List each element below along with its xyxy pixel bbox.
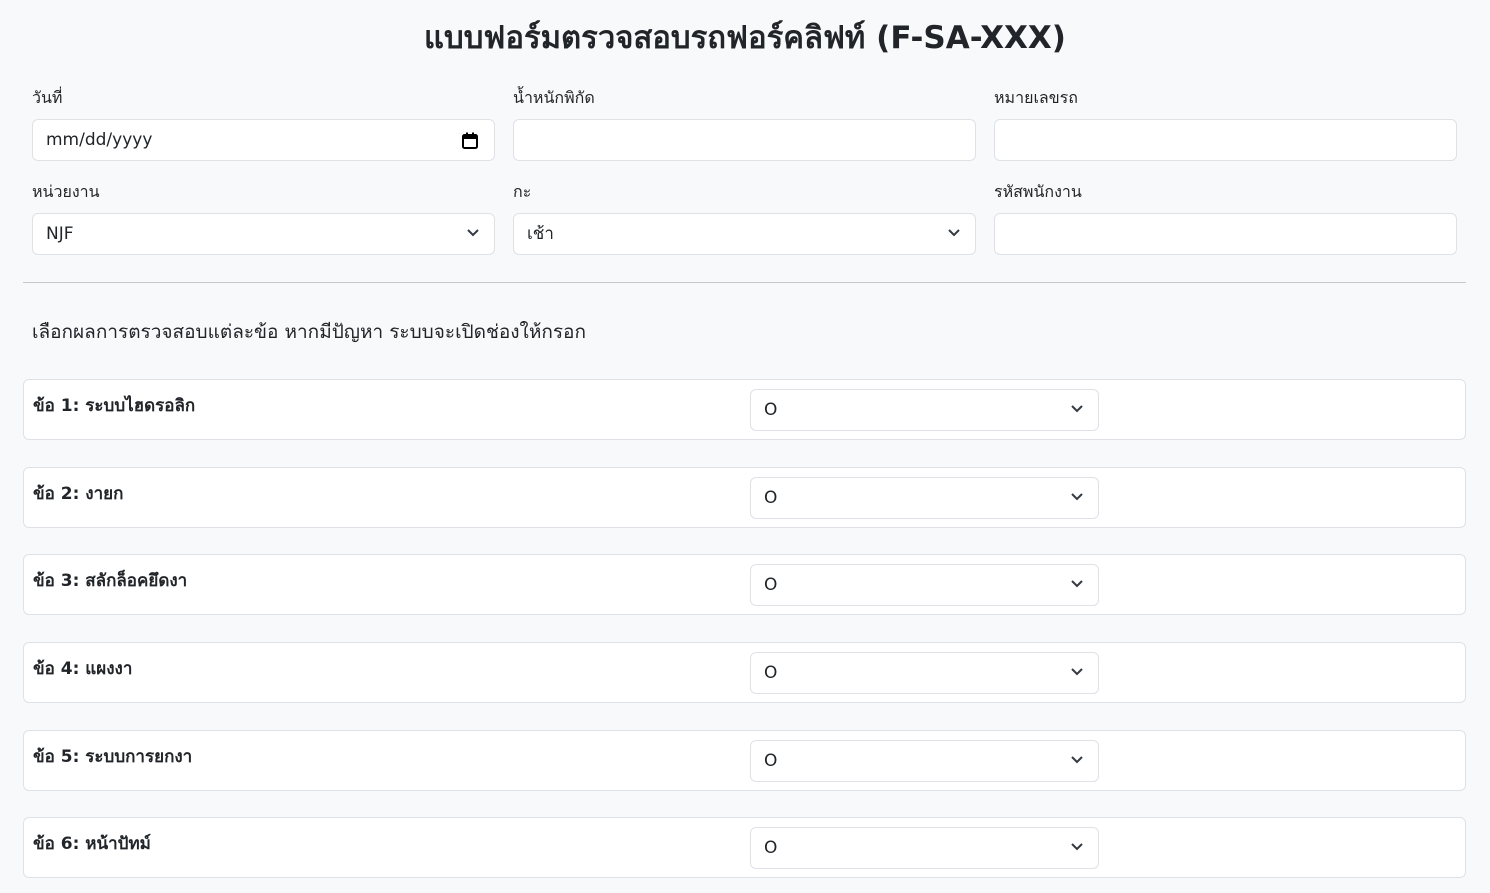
date-value: mm/dd/yyyy	[46, 130, 153, 150]
checklist-item-4: ข้อ 4: แผงงา O	[23, 642, 1466, 703]
chevron-down-icon	[1071, 580, 1083, 588]
checklist-item-value: O	[764, 751, 778, 771]
checklist-item-3: ข้อ 3: สลักล็อคยึดงา O	[23, 554, 1466, 615]
checklist-item-label: ข้อ 2: งายก	[33, 484, 124, 504]
chevron-down-icon	[1071, 756, 1083, 764]
checklist-item-label: ข้อ 4: แผงงา	[33, 659, 133, 679]
checklist-item-3-select[interactable]: O	[750, 564, 1099, 606]
unit-label: หน่วยงาน	[32, 182, 100, 201]
chevron-down-icon	[948, 229, 960, 237]
employee-id-input[interactable]	[994, 213, 1457, 255]
chevron-down-icon	[1071, 668, 1083, 676]
shift-value: เช้า	[527, 224, 554, 244]
checklist-item-5-select[interactable]: O	[750, 740, 1099, 782]
page-title: แบบฟอร์มตรวจสอบรถฟอร์คลิฟท์ (F-SA-XXX)	[424, 20, 1066, 56]
checklist-item-value: O	[764, 488, 778, 508]
date-label: วันที่	[32, 88, 63, 107]
chevron-down-icon	[1071, 843, 1083, 851]
chevron-down-icon	[1071, 405, 1083, 413]
section-divider	[23, 282, 1466, 283]
checklist-item-2-select[interactable]: O	[750, 477, 1099, 519]
checklist-item-label: ข้อ 1: ระบบไฮดรอลิก	[33, 396, 196, 416]
employee-id-label: รหัสพนักงาน	[994, 182, 1082, 201]
date-input[interactable]: mm/dd/yyyy	[32, 119, 495, 161]
checklist-item-2: ข้อ 2: งายก O	[23, 467, 1466, 528]
checklist-item-value: O	[764, 575, 778, 595]
vehicle-number-input[interactable]	[994, 119, 1457, 161]
checklist-item-label: ข้อ 6: หน้าปัทม์	[33, 834, 151, 854]
page: แบบฟอร์มตรวจสอบรถฟอร์คลิฟท์ (F-SA-XXX) ว…	[0, 0, 1490, 893]
checklist-item-value: O	[764, 663, 778, 683]
calendar-icon[interactable]	[462, 132, 478, 149]
checklist-item-1: ข้อ 1: ระบบไฮดรอลิก O	[23, 379, 1466, 440]
weight-input[interactable]	[513, 119, 976, 161]
chevron-down-icon	[1071, 493, 1083, 501]
checklist-item-6-select[interactable]: O	[750, 827, 1099, 869]
weight-label: น้ำหนักพิกัด	[513, 88, 595, 107]
checklist-item-1-select[interactable]: O	[750, 389, 1099, 431]
unit-select[interactable]: NJF	[32, 213, 495, 255]
checklist-item-4-select[interactable]: O	[750, 652, 1099, 694]
checklist-item-label: ข้อ 3: สลักล็อคยึดงา	[33, 571, 188, 591]
checklist-item-value: O	[764, 838, 778, 858]
shift-label: กะ	[513, 182, 532, 201]
unit-value: NJF	[46, 224, 74, 244]
checklist-item-6: ข้อ 6: หน้าปัทม์ O	[23, 817, 1466, 878]
chevron-down-icon	[467, 229, 479, 237]
instructions-text: เลือกผลการตรวจสอบแต่ละข้อ หากมีปัญหา ระบ…	[32, 321, 586, 343]
shift-select[interactable]: เช้า	[513, 213, 976, 255]
vehicle-number-label: หมายเลขรถ	[994, 88, 1078, 107]
checklist-item-value: O	[764, 400, 778, 420]
checklist-item-5: ข้อ 5: ระบบการยกงา O	[23, 730, 1466, 791]
checklist-item-label: ข้อ 5: ระบบการยกงา	[33, 747, 193, 767]
